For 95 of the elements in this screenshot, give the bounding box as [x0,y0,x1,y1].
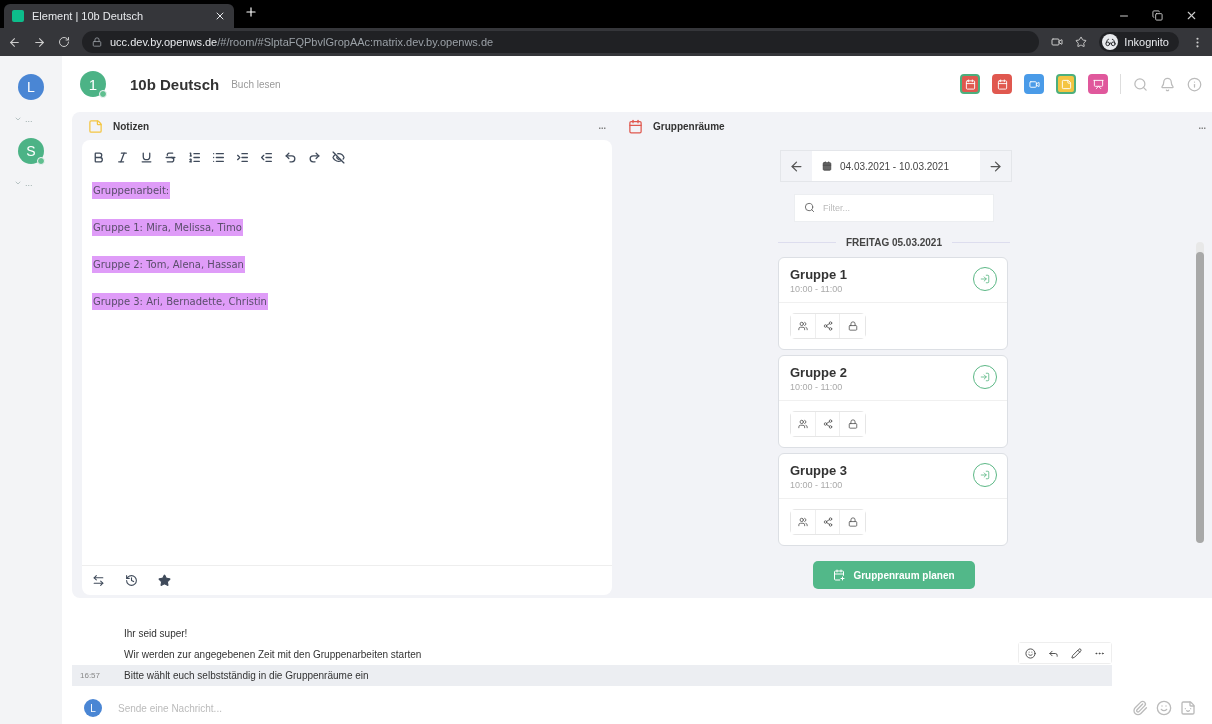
room-title: Gruppe 1 [790,267,848,282]
people-icon [797,321,808,331]
message-text: Wir werden zur angegebenen Zeit mit den Gruppenarbeiten starten [124,649,422,660]
share-icon [822,517,833,527]
room-name: 10b Deutsch [130,75,220,93]
room-title: Gruppe 2 [790,365,848,380]
video-app-icon[interactable] [1024,74,1044,94]
notes-app-icon[interactable] [1056,74,1076,94]
message-time: 16:57 [79,671,102,680]
restore-icon[interactable] [1152,10,1163,21]
notes-editor[interactable]: Gruppenarbeit: Gruppe 1: Mira, Melissa, Timo Gruppe 2: Tom, Alena, Hassan Gruppe 3: Ari, Bernadette, Christin [82,140,612,595]
share-icon [822,321,833,331]
room-topic: Buch lesen [231,78,281,90]
reload-icon[interactable] [58,36,70,48]
widget-title: Gruppenräume [653,120,725,132]
members-button[interactable] [791,510,816,534]
redo-icon[interactable] [308,151,321,164]
chevron-icon [14,115,22,123]
lock-icon [847,517,858,527]
calendar-icon [996,78,1008,90]
underline-icon[interactable] [140,151,153,164]
message-text: Bitte wählt euch selbstständig in die Gruppenräume ein [124,670,369,681]
bullet-list-icon[interactable] [212,151,225,164]
chevron-icon [14,179,22,187]
room-time: 10:00 - 11:00 [790,284,844,294]
room-avatar: 1 [80,71,106,97]
calendar-app-icon[interactable] [992,74,1012,94]
incognito-icon [1102,34,1119,50]
hidden-eye-icon[interactable] [332,151,345,164]
plan-room-button[interactable]: Gruppenraum planen [813,561,975,589]
strikethrough-icon[interactable] [164,151,177,164]
join-button[interactable] [973,463,997,487]
new-tab-icon[interactable] [244,5,258,19]
widget-menu[interactable]: ... [598,121,606,131]
day-heading: FREITAG 05.03.2021 [846,237,942,248]
room-title: Gruppe 3 [790,463,848,478]
scrollbar[interactable] [1196,242,1204,543]
user-avatar: L [84,699,102,717]
people-icon [797,419,808,429]
pencil-icon [1071,647,1082,659]
room-time: 10:00 - 11:00 [790,480,844,490]
members-button[interactable] [791,314,816,338]
profile-button[interactable]: Inkognito [1099,32,1179,52]
message-field[interactable]: Sende eine Nachricht... [116,701,1118,715]
close-icon[interactable] [1185,9,1198,22]
enter-icon [980,470,990,480]
italic-icon[interactable] [116,151,129,164]
calendar-plus-icon [833,569,846,581]
outdent-icon[interactable] [260,151,273,164]
lock-icon [92,37,102,47]
lock-icon [847,321,858,331]
history-icon[interactable] [125,574,138,587]
notes-icon [1060,78,1072,90]
notes-icon [88,118,103,134]
video-icon [1028,78,1040,90]
bold-icon[interactable] [92,151,105,164]
people-icon [797,517,808,527]
close-icon[interactable] [214,10,226,22]
undo-icon[interactable] [284,151,297,164]
board-app-icon[interactable] [1088,74,1108,94]
calendar-icon [964,78,976,90]
arrow-right-icon [988,158,1003,174]
swap-icon[interactable] [92,574,105,587]
join-button[interactable] [973,267,997,291]
room-time: 10:00 - 11:00 [790,382,844,392]
space-expander[interactable]: ... [14,114,33,124]
enter-icon [980,372,990,382]
calendar-icon [628,118,643,134]
browser-tab[interactable]: Element | 10b Deutsch [4,4,234,28]
indent-icon[interactable] [236,151,249,164]
board-icon [1092,78,1104,90]
message-text: Ihr seid super! [124,628,188,639]
enter-icon [980,274,990,284]
widget-menu[interactable]: ... [1198,121,1206,131]
forward-icon[interactable] [33,35,46,49]
smiley-icon [1025,647,1036,659]
space-avatar[interactable]: S [18,138,44,164]
back-icon[interactable] [8,35,21,49]
star-icon[interactable] [158,574,171,587]
share-icon [822,419,833,429]
user-avatar[interactable]: L [18,74,44,100]
space-expander[interactable]: ... [14,178,33,188]
members-button[interactable] [791,412,816,436]
filter-field[interactable]: Filter... [794,194,994,222]
lock-icon [847,419,858,429]
calendar-icon [822,161,832,171]
favicon-icon [12,10,24,22]
join-button[interactable] [973,365,997,389]
camera-icon[interactable] [1051,36,1064,48]
bookmark-star-icon[interactable] [1075,36,1088,48]
search-icon [804,202,815,213]
widget-title: Notizen [113,120,150,132]
numbered-list-icon[interactable] [188,151,201,164]
calendar-app-icon[interactable] [960,74,980,94]
address-bar[interactable]: ucc.dev.by.openws.de/#/room/#SlptaFQPbvlGropAAc:matrix.dev.by.openws.de [82,31,1040,53]
